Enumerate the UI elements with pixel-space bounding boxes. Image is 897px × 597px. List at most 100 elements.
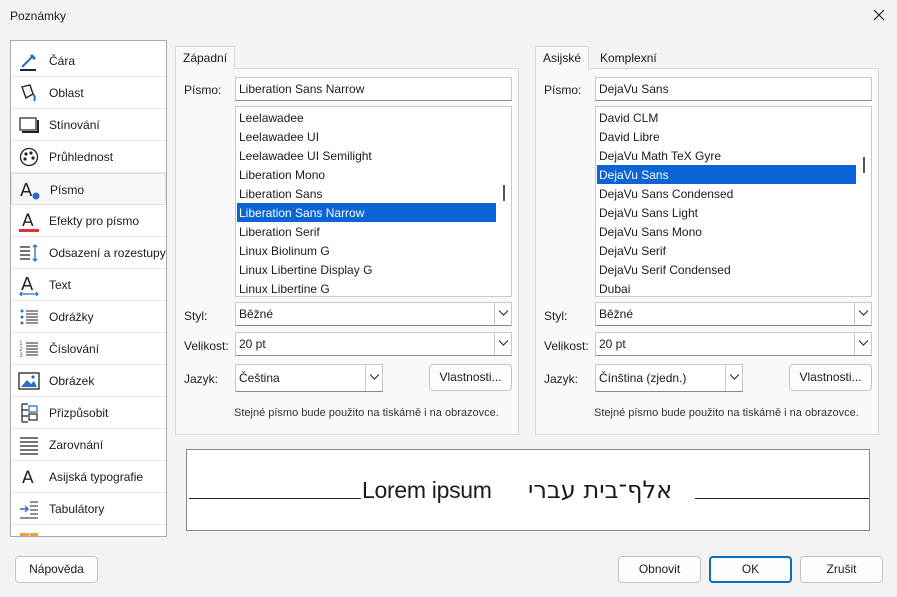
asian-size-select[interactable]: 20 pt [595,332,872,356]
dropdown-button[interactable] [725,365,742,391]
sidebar-item-label: Stínování [49,118,100,132]
list-item[interactable]: Linux Biolinum G [237,241,496,260]
list-item[interactable]: David Libre [597,127,856,146]
sidebar-item-customize[interactable]: Přizpůsobit [11,397,166,429]
sidebar-item-text[interactable]: A Text [11,269,166,301]
sidebar-item-label: Odsazení a rozestupy [49,246,166,260]
asian-font-input[interactable]: DejaVu Sans [595,77,872,101]
tab-asian[interactable]: Asijské [535,46,590,69]
dropdown-button[interactable] [365,365,382,391]
western-style-value: Běžné [239,307,274,321]
sidebar-item-font[interactable]: A Písmo [11,173,166,205]
svg-text:3: 3 [19,352,23,359]
sidebar-item-numbering[interactable]: 123 Číslování [11,333,166,365]
asian-font-panel: Písmo: DejaVu Sans David CLM David Libre… [535,68,879,435]
chevron-down-icon [858,310,869,316]
scrollbar-thumb[interactable] [863,157,865,173]
western-style-select[interactable]: Běžné [235,302,512,326]
image-icon [18,372,40,390]
asian-features-button[interactable]: Vlastnosti... [789,364,872,391]
western-font-list[interactable]: Leelawadee Leelawadee UI Leelawadee UI S… [235,106,512,297]
title-bar: Poznámky [0,0,897,32]
close-button[interactable] [867,4,891,26]
numbering-icon: 123 [19,340,38,359]
western-language-select[interactable]: Čeština [235,364,383,392]
sidebar-item-indents-spacing[interactable]: Odsazení a rozestupy [11,237,166,269]
list-item[interactable]: DejaVu Sans Mono [597,222,856,241]
sidebar-item-transparency[interactable]: Průhlednost [11,141,166,173]
list-item[interactable]: Leelawadee UI Semilight [237,146,496,165]
list-item[interactable]: Liberation Serif [237,222,496,241]
sidebar-item-label: Tabulátory [49,502,105,516]
asian-language-select[interactable]: Čínština (zjedn.) [595,364,743,392]
sidebar-item-line[interactable]: Čára [11,45,166,77]
tab-western[interactable]: Západní [175,46,236,69]
list-item[interactable]: DejaVu Sans Condensed [597,184,856,203]
sidebar-item-label: Odrážky [49,310,94,324]
font-icon: A [20,180,40,201]
chevron-down-icon [858,340,869,346]
list-item-selected[interactable]: Liberation Sans Narrow [237,203,496,222]
list-item[interactable]: Leelawadee [237,108,496,127]
western-font-label: Písmo: [184,83,222,97]
list-item[interactable]: Dubai [597,279,856,296]
indents-spacing-icon [20,244,38,262]
customize-icon [21,403,38,423]
chevron-down-icon [498,340,509,346]
western-size-label: Velikost: [184,339,229,353]
font-effects-icon: A [19,211,39,232]
asian-language-label: Jazyk: [544,372,579,386]
tabs-icon [20,501,38,519]
list-item[interactable]: DejaVu Serif [597,241,856,260]
list-item[interactable]: David CLM [597,108,856,127]
dropdown-button[interactable] [854,303,871,325]
close-icon [873,9,885,21]
sidebar-item-tabs[interactable]: Tabulátory [11,493,166,525]
sidebar-item-area[interactable]: Oblast [11,77,166,109]
next-category-icon [20,533,38,536]
help-button[interactable]: Nápověda [15,556,98,583]
list-item-selected[interactable]: DejaVu Sans [597,165,856,184]
list-item[interactable]: DejaVu Math TeX Gyre [597,146,856,165]
western-size-select[interactable]: 20 pt [235,332,512,356]
baseline-right [695,498,869,499]
sidebar-item-image[interactable]: Obrázek [11,365,166,397]
sidebar-item-shadow[interactable]: Stínování [11,109,166,141]
dropdown-button[interactable] [854,333,871,355]
ok-button[interactable]: OK [709,556,792,583]
preview-latin-text: Lorem ipsum [362,477,492,503]
asian-font-label: Písmo: [544,83,582,97]
chevron-down-icon [729,374,740,380]
sidebar-item-label: Efekty pro písmo [49,214,140,228]
sidebar-item-alignment[interactable]: Zarovnání [11,429,166,461]
svg-text:A: A [21,274,34,295]
list-item[interactable]: DejaVu Serif Condensed [597,260,856,279]
dropdown-button[interactable] [494,303,511,325]
sidebar-item-partial[interactable] [11,525,166,536]
asian-font-list[interactable]: David CLM David Libre DejaVu Math TeX Gy… [595,106,872,297]
asian-language-value: Čínština (zjedn.) [599,371,687,385]
sidebar-item-asian-typography[interactable]: A Asijská typografie [11,461,166,493]
cancel-button[interactable]: Zrušit [800,556,883,583]
list-item[interactable]: Leelawadee UI [237,127,496,146]
asian-size-label: Velikost: [544,339,589,353]
list-item[interactable]: Linux Libertine G [237,279,496,296]
asian-typography-icon: A [22,468,34,488]
sidebar-item-bullets[interactable]: Odrážky [11,301,166,333]
western-features-button[interactable]: Vlastnosti... [429,364,512,391]
sidebar-item-label: Asijská typografie [49,470,144,484]
dropdown-button[interactable] [494,333,511,355]
tab-complex[interactable]: Komplexní [593,47,664,69]
list-item[interactable]: Linux Libertine Display G [237,260,496,279]
sidebar-item-font-effects[interactable]: A Efekty pro písmo [11,205,166,237]
asian-style-select[interactable]: Běžné [595,302,872,326]
reset-button[interactable]: Obnovit [618,556,701,583]
western-font-input[interactable]: Liberation Sans Narrow [235,77,512,101]
list-item[interactable]: Liberation Mono [237,165,496,184]
sidebar-item-label: Přizpůsobit [49,406,109,420]
svg-text:A: A [22,468,34,488]
scrollbar-thumb[interactable] [503,185,505,201]
list-item[interactable]: Liberation Sans [237,184,496,203]
list-item[interactable]: DejaVu Sans Light [597,203,856,222]
asian-hint: Stejné písmo bude použito na tiskárně i … [594,407,859,419]
